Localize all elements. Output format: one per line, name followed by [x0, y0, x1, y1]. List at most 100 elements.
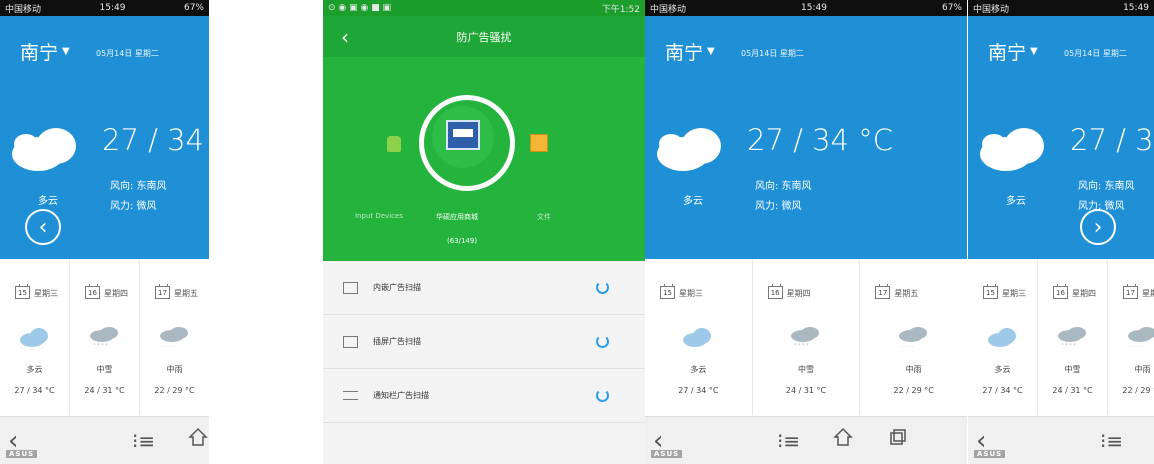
list-item-label: 插屏广告扫描 [373, 337, 421, 346]
scan-item-right: 文件 [537, 213, 551, 221]
calendar-icon: 16 [85, 284, 100, 299]
nav-bar: ‹ ⁝≡ ASUS [968, 416, 1154, 464]
menu-icon[interactable]: ⁝≡ [1100, 429, 1123, 453]
back-icon[interactable]: ‹ [341, 25, 349, 49]
city-selector[interactable]: 南宁 ▼ [665, 38, 715, 65]
svg-text:. . . .: . . . . [1131, 343, 1143, 348]
carrier-label: 中国移动 [973, 4, 1010, 15]
svg-text:* * * *: * * * * [1061, 343, 1076, 348]
nav-bar: ‹ ⁝≡ ASUS [0, 416, 209, 464]
recent-apps-icon[interactable] [889, 428, 907, 446]
weather-screen-3: 中国移动 15:49 南宁 ▼ 05月14日 星期二 27 / 34 °C 风向… [968, 0, 1154, 464]
forecast-item: 15 星期三 多云 27 / 34 °C [968, 260, 1038, 415]
wind-info: 风向: 东南风 风力: 微风 [755, 177, 812, 217]
svg-text:. . . .: . . . . [163, 343, 175, 348]
scan-list: 内嵌广告扫描 插屏广告扫描 通知栏广告扫描 [323, 261, 645, 464]
snow-cloud-icon: * * * * [1057, 327, 1086, 348]
loading-icon [596, 389, 609, 402]
forecast-list: 15 星期三 多云 27 / 34 °C 16 星期四 * * * * 中雪 2… [968, 260, 1154, 415]
watermark-logo: ASUS [651, 450, 683, 458]
calendar-icon: 17 [155, 284, 170, 299]
city-selector[interactable]: 南宁 ▼ [20, 38, 70, 65]
menu-icon[interactable]: ⁝≡ [777, 429, 800, 453]
temp-range: 24 / 31 °C [1052, 386, 1093, 395]
wind-direction: 风向: 东南风 [1078, 181, 1135, 192]
weekday-label: 星期四 [104, 289, 128, 298]
scan-progress-count: (63/149) [447, 237, 478, 245]
status-bar: ⊙ ◉ ▣ ◉ ■ ▣ 下午1:52 [323, 0, 645, 16]
weather-screen-1: 中国移动 15:49 67% 南宁 ▼ 05月14日 星期二 27 / 34 °… [0, 0, 209, 464]
forecast-item: 17 星期五 . . . . 中雨 22 / 29 °C [140, 260, 209, 415]
calendar-icon: 15 [15, 284, 30, 299]
battery-label: 67% [183, 3, 204, 13]
temp-range: 27 / 34 °C [14, 386, 55, 395]
weekday-label: 星期五 [894, 289, 919, 298]
cloud-icon [980, 128, 1044, 171]
cloud-icon [19, 328, 48, 347]
nav-bar: ‹ ⁝≡ ASUS [645, 416, 967, 464]
chevron-down-icon: ▼ [62, 46, 70, 57]
rain-cloud-icon: . . . . [898, 327, 927, 348]
chevron-down-icon: ▼ [707, 46, 715, 57]
list-item[interactable]: 通知栏广告扫描 [323, 369, 645, 423]
condition-label: 中雪 [798, 365, 814, 374]
carrier-label: 中国移动 [650, 4, 687, 15]
temp-range: 27 / 34 °C [678, 386, 719, 395]
date-label: 05月14日 星期二 [1064, 49, 1127, 58]
condition-label: 中雨 [1134, 365, 1151, 374]
temp-range: 24 / 31 °C [785, 386, 827, 395]
menu-icon[interactable]: ⁝≡ [132, 429, 155, 453]
city-selector[interactable]: 南宁 ▼ [988, 38, 1038, 65]
wind-direction: 风向: 东南风 [755, 181, 812, 192]
status-icons: ⊙ ◉ ▣ ◉ ■ ▣ [328, 3, 392, 13]
condition-label: 多云 [994, 365, 1011, 374]
list-item-label: 通知栏广告扫描 [373, 391, 429, 400]
condition-label: 多云 [690, 365, 707, 374]
date-label: 05月14日 星期二 [741, 49, 804, 58]
svg-text:. . . .: . . . . [902, 343, 914, 348]
forecast-item: 17 星期五 . . . . 中雨 22 / 29 °C [860, 260, 967, 415]
temperature-range: 27 / 34 °C [102, 123, 209, 157]
page-title: 防广告骚扰 [456, 30, 512, 44]
home-icon[interactable] [833, 427, 853, 447]
city-name: 南宁 [20, 42, 59, 64]
list-item[interactable]: 插屏广告扫描 [323, 315, 645, 369]
forecast-item: 16 星期四 * * * * 中雪 24 / 31 °C [1038, 260, 1108, 415]
weather-panel: 南宁 ▼ 05月14日 星期二 27 / 34 °C 风向: 东南风 风力: 微… [968, 16, 1154, 259]
forecast-item: 16 星期四 * * * * 中雪 24 / 31 °C [753, 260, 861, 415]
weekday-label: 星期三 [34, 289, 58, 298]
forecast-item: 15 星期三 多云 27 / 34 °C [645, 260, 753, 415]
title-bar: ‹ 防广告骚扰 [323, 16, 645, 57]
today-condition: 多云 [683, 196, 703, 207]
weather-panel: 南宁 ▼ 05月14日 星期二 27 / 34 °C 风向: 东南风 风力: 微… [0, 16, 209, 259]
clock: 下午1:52 [601, 4, 640, 15]
interstitial-ad-icon [343, 335, 358, 348]
wind-direction: 风向: 东南风 [110, 181, 167, 192]
embedded-ad-icon [343, 281, 358, 294]
list-item[interactable]: 内嵌广告扫描 [323, 261, 645, 315]
status-bar: 中国移动 15:49 [968, 0, 1154, 16]
watermark-logo: ASUS [974, 450, 1006, 458]
scan-panel: ‹ 防广告骚扰 Input Devices 华硕应用商城 文件 (63/149) [323, 16, 645, 261]
temp-range: 22 / 29 °C [1122, 386, 1154, 395]
temperature-range: 27 / 34 °C [747, 123, 893, 157]
status-bar: 中国移动 15:49 67% [645, 0, 967, 16]
rain-cloud-icon: . . . . [1127, 327, 1154, 348]
home-icon[interactable] [188, 427, 208, 447]
today-condition: 多云 [1006, 196, 1026, 207]
prev-arrow-icon[interactable]: ‹ [25, 209, 61, 245]
condition-label: 中雨 [166, 365, 183, 374]
battery-label: 67% [941, 3, 962, 13]
weather-panel: 南宁 ▼ 05月14日 星期二 27 / 34 °C 风向: 东南风 风力: 微… [645, 16, 967, 259]
snow-cloud-icon: * * * * [89, 327, 118, 348]
calendar-icon: 15 [660, 284, 675, 299]
weekday-label: 星期三 [679, 289, 703, 298]
clock: 15:49 [99, 3, 126, 13]
loading-icon [596, 281, 609, 294]
next-arrow-icon[interactable]: › [1080, 209, 1116, 245]
adblock-screen: ⊙ ◉ ▣ ◉ ■ ▣ 下午1:52 ‹ 防广告骚扰 Input Devices… [323, 0, 645, 464]
android-icon [387, 136, 401, 152]
weekday-label: 星期五 [174, 289, 198, 298]
temp-range: 24 / 31 °C [84, 386, 125, 395]
loading-icon [596, 335, 609, 348]
